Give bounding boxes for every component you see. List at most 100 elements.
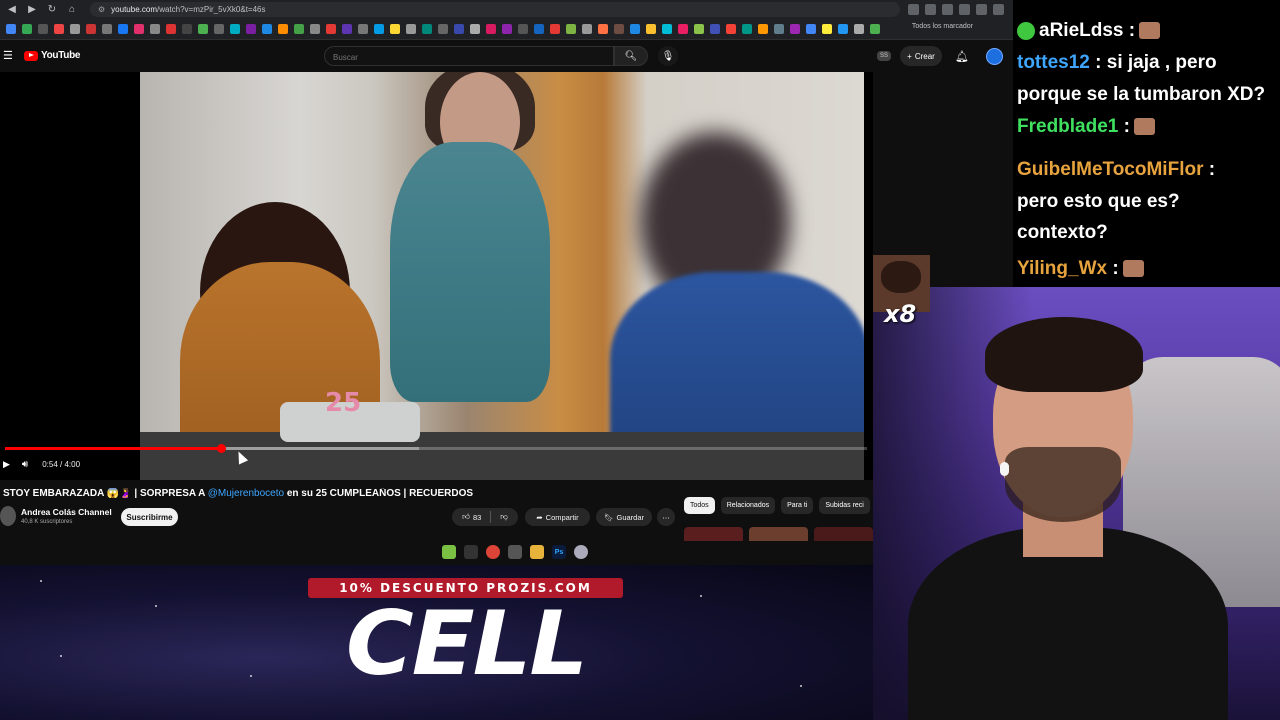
bookmark-icon[interactable] <box>342 24 352 34</box>
bookmark-icon[interactable] <box>326 24 336 34</box>
photoshop-icon[interactable]: Ps <box>552 545 566 559</box>
video-player[interactable]: 25 <box>0 72 873 480</box>
bookmark-icon[interactable] <box>358 24 368 34</box>
bookmark-icon[interactable] <box>630 24 640 34</box>
extension-icon[interactable] <box>976 4 987 15</box>
subscribe-button[interactable]: Suscribirme <box>121 508 178 526</box>
search-box[interactable] <box>324 46 614 67</box>
bookmark-icon[interactable] <box>294 24 304 34</box>
bookmark-icon[interactable] <box>278 24 288 34</box>
bookmark-icon[interactable] <box>310 24 320 34</box>
chat-username[interactable]: tottes12 <box>1017 52 1090 73</box>
bookmark-icon[interactable] <box>406 24 416 34</box>
back-icon[interactable]: ◀ <box>4 2 20 18</box>
more-button[interactable]: ⋯ <box>657 508 675 526</box>
bookmark-icon[interactable] <box>38 24 48 34</box>
bookmark-icon[interactable] <box>198 24 208 34</box>
bookmark-icon[interactable] <box>646 24 656 34</box>
reload-icon[interactable]: ↻ <box>44 2 60 18</box>
youtube-logo[interactable]: YouTube <box>24 50 81 61</box>
bookmark-icon[interactable] <box>262 24 272 34</box>
bookmark-icon[interactable] <box>374 24 384 34</box>
bell-icon[interactable]: 🔔︎ <box>955 50 969 63</box>
bookmark-icon[interactable] <box>118 24 128 34</box>
app-icon[interactable] <box>464 545 478 559</box>
bookmark-icon[interactable] <box>742 24 752 34</box>
bookmark-icon[interactable] <box>182 24 192 34</box>
extension-icon[interactable] <box>925 4 936 15</box>
search-input[interactable] <box>325 48 613 67</box>
chat-username[interactable]: Yiling_Wx <box>1017 258 1107 279</box>
app-icon[interactable] <box>442 545 456 559</box>
address-bar[interactable]: ⚙ youtube.com /watch?v=mzPir_5vXk0&t=46s <box>90 2 900 17</box>
bookmark-icon[interactable] <box>582 24 592 34</box>
bookmark-icon[interactable] <box>614 24 624 34</box>
progress-scrubber[interactable] <box>216 444 226 453</box>
account-avatar[interactable] <box>986 48 1003 65</box>
channel-name[interactable]: Andrea Colás Channel <box>21 507 112 517</box>
bookmark-icon[interactable] <box>470 24 480 34</box>
bookmark-icon[interactable] <box>806 24 816 34</box>
app-icon[interactable] <box>508 545 522 559</box>
chip-para-ti[interactable]: Para ti <box>781 497 814 514</box>
bookmark-icon[interactable] <box>166 24 176 34</box>
bookmark-icon[interactable] <box>710 24 720 34</box>
bookmark-icon[interactable] <box>246 24 256 34</box>
bookmark-icon[interactable] <box>454 24 464 34</box>
bookmark-icon[interactable] <box>550 24 560 34</box>
bookmark-icon[interactable] <box>518 24 528 34</box>
extension-icon[interactable] <box>993 4 1004 15</box>
bookmark-icon[interactable] <box>6 24 16 34</box>
dislike-icon[interactable]: 👎︎ <box>500 512 508 522</box>
bookmark-icon[interactable] <box>598 24 608 34</box>
bookmark-icon[interactable] <box>102 24 112 34</box>
chip-relacionados[interactable]: Relacionados <box>720 497 776 514</box>
video-thumbnail[interactable] <box>749 527 808 541</box>
home-icon[interactable]: ⌂ <box>64 2 80 18</box>
play-icon[interactable]: ▶ <box>3 459 10 470</box>
ss-badge-icon[interactable]: SS <box>877 51 891 61</box>
hamburger-icon[interactable]: ☰ <box>3 49 13 62</box>
bookmark-icon[interactable] <box>870 24 880 34</box>
volume-icon[interactable]: 🔊︎ <box>22 459 28 470</box>
video-frame[interactable]: 25 <box>140 72 864 480</box>
bookmark-icon[interactable] <box>422 24 432 34</box>
bookmark-icon[interactable] <box>854 24 864 34</box>
video-thumbnail[interactable] <box>684 527 743 541</box>
bookmark-icon[interactable] <box>662 24 672 34</box>
create-button[interactable]: + Crear <box>900 46 942 66</box>
bookmark-icon[interactable] <box>54 24 64 34</box>
bookmark-icon[interactable] <box>390 24 400 34</box>
like-icon[interactable]: 👍︎ <box>462 512 470 522</box>
bookmark-icon[interactable] <box>726 24 736 34</box>
bookmark-icon[interactable] <box>758 24 768 34</box>
extension-icon[interactable] <box>959 4 970 15</box>
chat-username[interactable]: GuibelMeTocoMiFlor <box>1017 159 1203 180</box>
bookmark-icon[interactable] <box>694 24 704 34</box>
search-button[interactable]: 🔍︎ <box>614 46 648 66</box>
extension-icon[interactable] <box>908 4 919 15</box>
forward-icon[interactable]: ▶ <box>24 2 40 18</box>
bookmark-icon[interactable] <box>502 24 512 34</box>
bookmark-icon[interactable] <box>486 24 496 34</box>
bookmark-icon[interactable] <box>230 24 240 34</box>
share-button[interactable]: ➦ Compartir <box>525 508 590 526</box>
folder-icon[interactable] <box>530 545 544 559</box>
bookmark-icon[interactable] <box>438 24 448 34</box>
bookmark-icon[interactable] <box>534 24 544 34</box>
app-icon[interactable] <box>574 545 588 559</box>
bookmark-icon[interactable] <box>822 24 832 34</box>
all-bookmarks-link[interactable]: Todos los marcador <box>912 23 973 30</box>
chip-todos[interactable]: Todos <box>684 497 715 514</box>
bookmark-icon[interactable] <box>86 24 96 34</box>
video-title-mention[interactable]: @Mujerenboceto <box>208 488 284 499</box>
video-thumbnail[interactable] <box>814 527 873 541</box>
bookmark-icon[interactable] <box>790 24 800 34</box>
chip-subidas-recientes[interactable]: Subidas reci <box>819 497 870 514</box>
bookmark-icon[interactable] <box>134 24 144 34</box>
bookmark-icon[interactable] <box>678 24 688 34</box>
bookmark-icon[interactable] <box>150 24 160 34</box>
extension-icon[interactable] <box>942 4 953 15</box>
voice-search-button[interactable]: 🎙︎ <box>658 46 678 66</box>
progress-bar[interactable] <box>5 444 867 453</box>
